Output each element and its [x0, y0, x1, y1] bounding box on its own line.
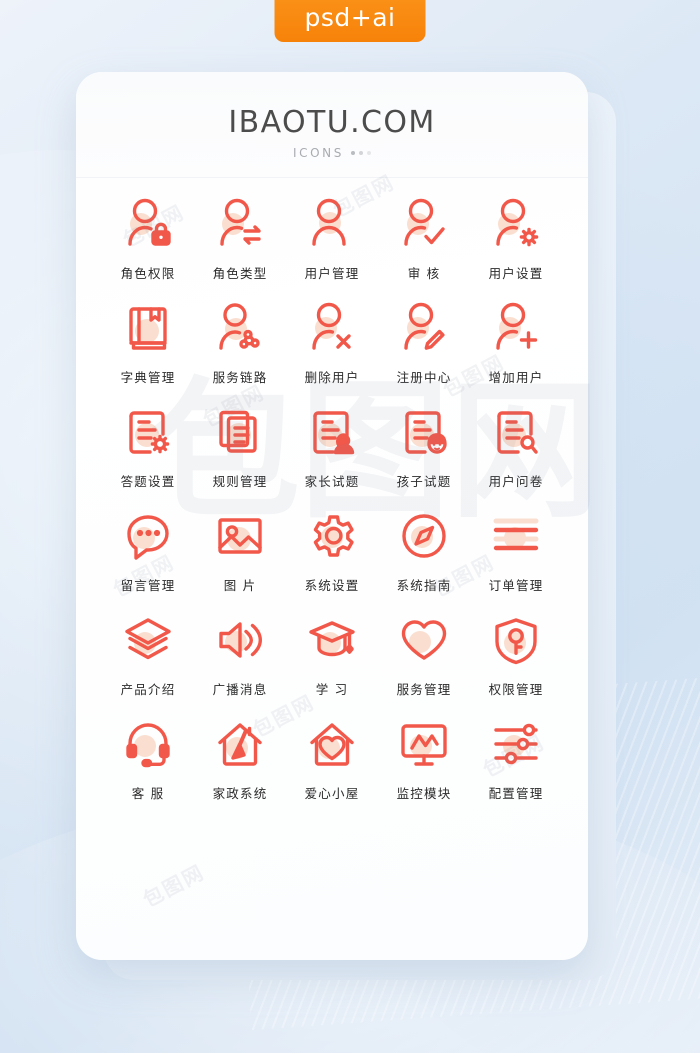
- icon-cell-monitor-module[interactable]: 监控模块: [378, 714, 470, 802]
- image-icon[interactable]: [209, 506, 271, 568]
- icon-label-customer-service: 客 服: [131, 786, 165, 801]
- icon-cell-rule-management[interactable]: 规则管理: [194, 402, 286, 490]
- icon-label-love-house: 爱心小屋: [304, 786, 360, 801]
- icon-label-answer-settings: 答题设置: [120, 474, 176, 489]
- icon-cell-pictures[interactable]: 图 片: [194, 506, 286, 594]
- user-delete-icon[interactable]: [301, 298, 363, 360]
- compass-icon[interactable]: [393, 506, 455, 568]
- icon-label-config-management: 配置管理: [488, 786, 544, 801]
- icon-cell-child-questions[interactable]: 孩子试题: [378, 402, 470, 490]
- icon-label-parent-questions: 家长试题: [304, 474, 360, 489]
- icon-cell-user-survey[interactable]: 用户问卷: [470, 402, 562, 490]
- icon-label-message-management: 留言管理: [120, 578, 176, 593]
- icon-cell-study[interactable]: 学 习: [286, 610, 378, 698]
- document-search-icon[interactable]: [485, 402, 547, 464]
- psd-ai-badge: psd+ai: [274, 0, 426, 42]
- icon-label-add-user: 增加用户: [488, 370, 544, 385]
- user-add-icon[interactable]: [485, 298, 547, 360]
- icon-label-order-management: 订单管理: [488, 578, 544, 593]
- user-gear-icon[interactable]: [485, 194, 547, 256]
- icon-label-service-link: 服务链路: [212, 370, 268, 385]
- icon-cell-answer-settings[interactable]: 答题设置: [102, 402, 194, 490]
- icon-label-service-management: 服务管理: [396, 682, 452, 697]
- monitor-chart-icon[interactable]: [393, 714, 455, 776]
- icon-label-dictionary-management: 字典管理: [120, 370, 176, 385]
- user-check-icon[interactable]: [393, 194, 455, 256]
- icon-label-pictures: 图 片: [223, 578, 257, 593]
- icon-grid: 角色权限 角色类型 用户管理 审 核 用户设置字典管理 服务链路 删除用户 注册中心 增加用户答…: [76, 178, 588, 802]
- subtitle-text: ICONS: [293, 146, 344, 160]
- icon-cell-dictionary-management[interactable]: 字典管理: [102, 298, 194, 386]
- icon-set-card: IBAOTU.COM ICONS 角色权限 角色类型 用户管理 审 核 用户设置字典管理…: [76, 72, 588, 960]
- icon-cell-delete-user[interactable]: 删除用户: [286, 298, 378, 386]
- icon-cell-system-guide[interactable]: 系统指南: [378, 506, 470, 594]
- icon-cell-message-management[interactable]: 留言管理: [102, 506, 194, 594]
- icon-cell-customer-service[interactable]: 客 服: [102, 714, 194, 802]
- icon-cell-service-link[interactable]: 服务链路: [194, 298, 286, 386]
- icon-label-system-settings: 系统设置: [304, 578, 360, 593]
- gear-icon[interactable]: [301, 506, 363, 568]
- icon-cell-user-management[interactable]: 用户管理: [286, 194, 378, 282]
- speaker-icon[interactable]: [209, 610, 271, 672]
- icon-cell-system-settings[interactable]: 系统设置: [286, 506, 378, 594]
- user-icon[interactable]: [301, 194, 363, 256]
- icon-cell-product-intro[interactable]: 产品介绍: [102, 610, 194, 698]
- icon-cell-permission-management[interactable]: 权限管理: [470, 610, 562, 698]
- icon-label-role-type: 角色类型: [212, 266, 268, 281]
- icon-label-housekeeping: 家政系统: [212, 786, 268, 801]
- icon-cell-registration-center[interactable]: 注册中心: [378, 298, 470, 386]
- icon-label-study: 学 习: [315, 682, 349, 697]
- user-edit-icon[interactable]: [393, 298, 455, 360]
- document-gear-icon[interactable]: [117, 402, 179, 464]
- house-broom-icon[interactable]: [209, 714, 271, 776]
- icon-label-user-survey: 用户问卷: [488, 474, 544, 489]
- card-header: IBAOTU.COM ICONS: [76, 72, 588, 178]
- subtitle-row: ICONS: [76, 146, 588, 160]
- brand-title: IBAOTU.COM: [228, 105, 436, 140]
- icon-label-delete-user: 删除用户: [304, 370, 360, 385]
- icon-label-monitor-module: 监控模块: [396, 786, 452, 801]
- list-lines-icon[interactable]: [485, 506, 547, 568]
- icon-label-role-permission: 角色权限: [120, 266, 176, 281]
- document-child-icon[interactable]: [393, 402, 455, 464]
- icon-label-child-questions: 孩子试题: [396, 474, 452, 489]
- icon-label-rule-management: 规则管理: [212, 474, 268, 489]
- chat-bubble-icon[interactable]: [117, 506, 179, 568]
- document-woman-icon[interactable]: [301, 402, 363, 464]
- user-network-icon[interactable]: [209, 298, 271, 360]
- house-heart-icon[interactable]: [301, 714, 363, 776]
- icon-label-audit: 审 核: [407, 266, 441, 281]
- icon-cell-housekeeping[interactable]: 家政系统: [194, 714, 286, 802]
- icon-cell-service-management[interactable]: 服务管理: [378, 610, 470, 698]
- headset-icon[interactable]: [117, 714, 179, 776]
- user-lock-icon[interactable]: [117, 194, 179, 256]
- graduation-cap-icon[interactable]: [301, 610, 363, 672]
- heart-icon[interactable]: [393, 610, 455, 672]
- icon-label-system-guide: 系统指南: [396, 578, 452, 593]
- sliders-icon[interactable]: [485, 714, 547, 776]
- icon-cell-add-user[interactable]: 增加用户: [470, 298, 562, 386]
- documents-icon[interactable]: [209, 402, 271, 464]
- icon-cell-user-settings[interactable]: 用户设置: [470, 194, 562, 282]
- shield-key-icon[interactable]: [485, 610, 547, 672]
- user-swap-icon[interactable]: [209, 194, 271, 256]
- icon-cell-order-management[interactable]: 订单管理: [470, 506, 562, 594]
- icon-cell-audit[interactable]: 审 核: [378, 194, 470, 282]
- subtitle-dots-icon: [350, 151, 371, 155]
- icon-label-user-management: 用户管理: [304, 266, 360, 281]
- icon-label-permission-management: 权限管理: [488, 682, 544, 697]
- layers-icon[interactable]: [117, 610, 179, 672]
- icon-label-registration-center: 注册中心: [396, 370, 452, 385]
- icon-cell-role-type[interactable]: 角色类型: [194, 194, 286, 282]
- book-icon[interactable]: [117, 298, 179, 360]
- icon-cell-love-house[interactable]: 爱心小屋: [286, 714, 378, 802]
- icon-label-product-intro: 产品介绍: [120, 682, 176, 697]
- icon-label-broadcast-message: 广播消息: [212, 682, 268, 697]
- icon-cell-config-management[interactable]: 配置管理: [470, 714, 562, 802]
- icon-label-user-settings: 用户设置: [488, 266, 544, 281]
- icon-cell-role-permission[interactable]: 角色权限: [102, 194, 194, 282]
- icon-cell-parent-questions[interactable]: 家长试题: [286, 402, 378, 490]
- icon-cell-broadcast-message[interactable]: 广播消息: [194, 610, 286, 698]
